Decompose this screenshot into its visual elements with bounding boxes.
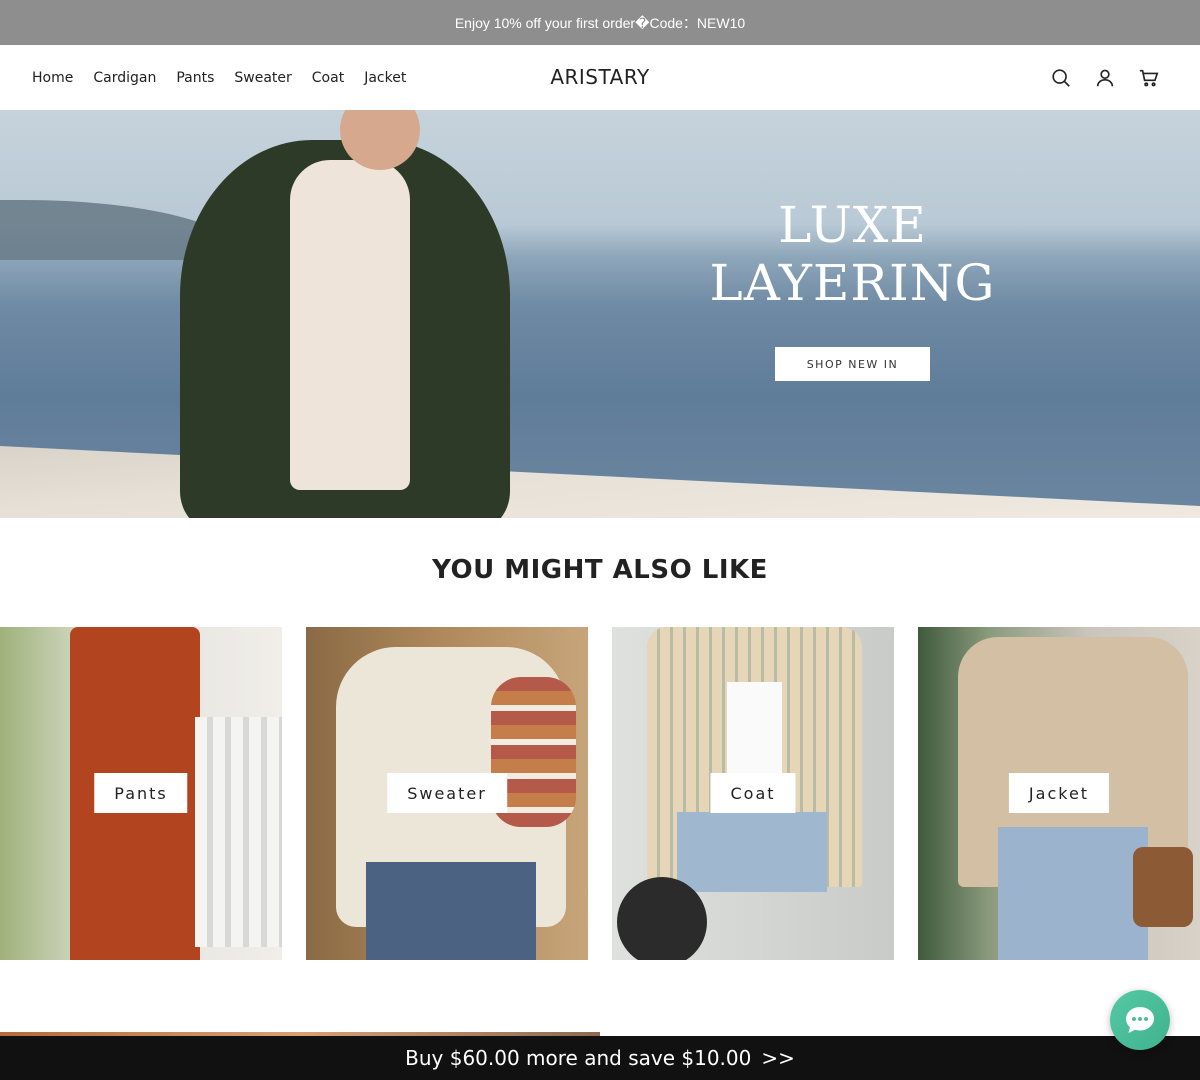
category-card-coat[interactable]: Coat	[612, 627, 894, 960]
category-label[interactable]: Jacket	[1008, 773, 1110, 813]
promo-bar[interactable]: Buy $60.00 more and save $10.00 >>	[0, 1036, 1200, 1080]
bag-image	[1133, 847, 1193, 927]
category-label[interactable]: Coat	[710, 773, 796, 813]
hero-title-line2: LAYERING	[709, 254, 996, 312]
announcement-text: Enjoy 10% off your first order�Code：NEW1…	[454, 14, 746, 31]
nav-item-jacket[interactable]: Jacket	[364, 70, 406, 86]
hero-title-line1: LUXE	[778, 196, 927, 254]
search-icon[interactable]	[1050, 67, 1072, 89]
header-actions	[1050, 45, 1160, 110]
brand-logo[interactable]: ARISTARY	[550, 65, 649, 89]
main-nav: Home Cardigan Pants Sweater Coat Jacket	[32, 45, 406, 110]
jeans-image	[366, 862, 536, 960]
promo-text: Buy $60.00 more and save $10.00	[405, 1046, 752, 1070]
category-label[interactable]: Sweater	[387, 773, 507, 813]
site-header: Home Cardigan Pants Sweater Coat Jacket …	[0, 45, 1200, 110]
section-title: YOU MIGHT ALSO LIKE	[432, 555, 768, 585]
category-card-pants[interactable]: Pants	[0, 627, 282, 960]
account-icon[interactable]	[1094, 67, 1116, 89]
category-card-jacket[interactable]: Jacket	[918, 627, 1200, 960]
hero-title: LUXE LAYERING	[700, 196, 1005, 312]
hero-banner[interactable]: LUXE LAYERING SHOP NEW IN	[0, 110, 1200, 518]
nav-item-sweater[interactable]: Sweater	[234, 70, 291, 86]
category-card-sweater[interactable]: Sweater	[306, 627, 588, 960]
category-label[interactable]: Pants	[94, 773, 188, 813]
chat-button[interactable]	[1110, 990, 1170, 1050]
shop-new-in-button[interactable]: SHOP NEW IN	[775, 347, 930, 381]
cart-icon[interactable]	[1138, 67, 1160, 89]
announcement-bar: Enjoy 10% off your first order�Code：NEW1…	[0, 0, 1200, 45]
nav-item-coat[interactable]: Coat	[312, 70, 344, 86]
hero-model-sweater	[290, 160, 410, 490]
nav-item-pants[interactable]: Pants	[176, 70, 214, 86]
railing-image	[195, 717, 282, 947]
promo-arrow: >>	[761, 1046, 795, 1070]
chat-bubble-icon	[1126, 1007, 1154, 1033]
shorts-image	[677, 812, 827, 892]
hat-image	[617, 877, 707, 960]
nav-item-home[interactable]: Home	[32, 70, 73, 86]
category-cards: Pants Sweater Coat Jacket	[0, 627, 1200, 960]
nav-item-cardigan[interactable]: Cardigan	[93, 70, 156, 86]
jeans-image	[998, 827, 1148, 960]
